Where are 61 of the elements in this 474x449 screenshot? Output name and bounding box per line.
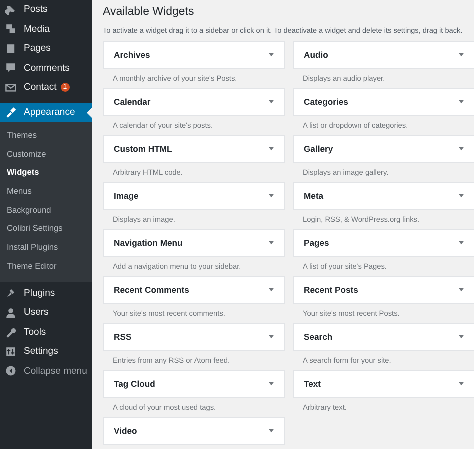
caret-icon [459, 382, 464, 386]
caret-icon [269, 241, 274, 245]
widget-item[interactable]: Archives [103, 41, 285, 69]
caret-icon [459, 288, 464, 292]
widget-item[interactable]: Gallery [293, 135, 474, 163]
collapse-menu-button[interactable]: Collapse menu [0, 362, 92, 381]
caret-icon [459, 147, 464, 151]
widget-item[interactable]: Pages [293, 229, 474, 257]
paintbrush-icon [5, 106, 17, 118]
submenu-item[interactable]: Menus [0, 182, 92, 201]
widget-item[interactable]: Meta [293, 182, 474, 210]
caret-icon [459, 53, 464, 57]
submenu-item[interactable]: Themes [0, 126, 92, 145]
caret-icon [269, 335, 274, 339]
widget-item[interactable]: Custom HTML [103, 135, 285, 163]
caret-icon [269, 194, 274, 198]
widget-item[interactable]: Image [103, 182, 285, 210]
caret-icon [269, 100, 274, 104]
menu-item[interactable]: Plugins [0, 284, 92, 303]
caret-icon [269, 382, 274, 386]
sliders-icon [5, 346, 17, 358]
menu-item[interactable]: Media [0, 20, 92, 39]
caret-icon [269, 53, 274, 57]
media-icon [5, 23, 17, 36]
widget-item[interactable]: Audio [293, 41, 474, 69]
widget-item[interactable]: Text [293, 370, 474, 398]
caret-icon [269, 429, 274, 433]
widget-item[interactable]: Recent Posts [293, 276, 474, 304]
menu-item[interactable]: Settings [0, 342, 92, 362]
arrow-circle-icon [5, 365, 17, 378]
menu-item[interactable]: Appearance [0, 102, 92, 122]
caret-icon [459, 194, 464, 198]
caret-icon [269, 288, 274, 292]
submenu-item[interactable]: Customize [0, 144, 92, 164]
menu-item[interactable]: Pages [0, 39, 92, 58]
widget-item[interactable]: Video [103, 417, 285, 445]
widget-item[interactable]: RSS [103, 323, 285, 351]
submenu-item[interactable]: Install Plugins [0, 238, 92, 257]
envelope-icon [5, 82, 17, 94]
widget-item[interactable]: Recent Comments [103, 276, 285, 304]
menu-item[interactable]: Users [0, 303, 92, 322]
menu-item[interactable]: Tools [0, 322, 92, 342]
menu-item[interactable]: Comments [0, 58, 92, 78]
widget-item[interactable]: Search [293, 323, 474, 351]
submenu-item[interactable]: Widgets [0, 163, 92, 182]
menu-item[interactable]: Posts [0, 0, 92, 20]
caret-icon [459, 100, 464, 104]
speech-bubble-icon [5, 62, 17, 74]
caret-icon [459, 241, 464, 245]
caret-icon [269, 147, 274, 151]
widget-item[interactable]: Calendar [103, 88, 285, 116]
page-icon [5, 42, 17, 55]
section-title: Available Widgets [103, 5, 194, 19]
submenu-item[interactable]: Theme Editor [0, 256, 92, 276]
caret-icon [459, 335, 464, 339]
widget-item[interactable]: Navigation Menu [103, 229, 285, 257]
person-icon [5, 306, 17, 319]
widget-item[interactable]: Categories [293, 88, 474, 116]
submenu-item[interactable]: Colibri Settings [0, 219, 92, 238]
widget-item[interactable]: Tag Cloud [103, 370, 285, 398]
submenu-item[interactable]: Background [0, 200, 92, 220]
